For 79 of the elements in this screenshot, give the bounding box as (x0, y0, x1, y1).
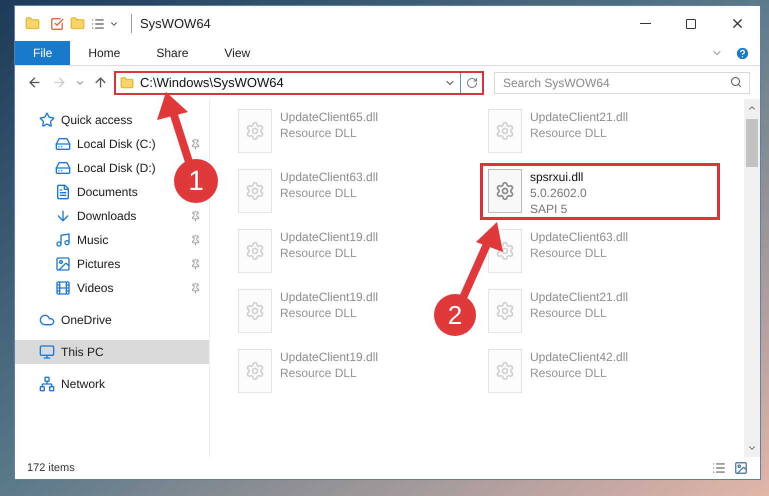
help-icon[interactable] (735, 46, 750, 60)
back-icon[interactable] (27, 75, 42, 90)
file-name: UpdateClient65.dll (280, 109, 378, 125)
file-name: UpdateClient63.dll (530, 229, 628, 245)
file-gear-icon (238, 229, 272, 273)
music-note-icon (55, 232, 71, 248)
nav-item[interactable]: Quick access (15, 108, 136, 132)
file-gear-icon (238, 109, 272, 153)
file-name: UpdateClient19.dll (280, 349, 378, 365)
ribbon-tab[interactable]: Share (138, 41, 206, 65)
pin-icon[interactable] (190, 282, 201, 294)
refresh-icon[interactable] (466, 76, 478, 88)
search-icon (730, 76, 742, 88)
file-name: UpdateClient42.dll (530, 349, 628, 365)
file-detail: Resource DLL (530, 305, 608, 321)
file-gear-icon (488, 109, 522, 153)
file-name: UpdateClient19.dll (280, 229, 378, 245)
file-name: UpdateClient63.dll (280, 169, 378, 185)
file-detail: SAPI 5 (530, 201, 568, 217)
file-detail: 5.0.2602.0 (530, 185, 587, 201)
picture-icon (55, 256, 71, 272)
nav-item[interactable]: Network (15, 372, 110, 396)
ribbon-tab[interactable]: File (15, 41, 70, 65)
drive-icon (55, 160, 71, 176)
file-name: UpdateClient19.dll (280, 289, 378, 305)
ribbon-tab[interactable]: View (206, 41, 268, 65)
nav-item[interactable]: Pictures (15, 252, 124, 276)
nav-item[interactable]: Documents (15, 180, 142, 204)
address-field[interactable]: C:\Windows\SysWOW64 (114, 70, 484, 94)
file-detail: Resource DLL (280, 125, 358, 141)
item-count: 172 items (27, 460, 75, 476)
window-title: SysWOW64 (131, 14, 211, 34)
drive-icon (55, 136, 71, 152)
pin-icon[interactable] (190, 258, 201, 270)
large-icons-view-icon[interactable] (734, 461, 748, 475)
details-view-icon[interactable] (712, 461, 726, 475)
document-icon (55, 184, 71, 200)
file-gear-icon (488, 289, 522, 333)
search-field[interactable]: Search SysWOW64 (494, 72, 750, 94)
file-detail: Resource DLL (280, 365, 358, 381)
nav-item[interactable]: OneDrive (15, 308, 116, 332)
properties-icon[interactable] (91, 16, 105, 30)
file-name: UpdateClient21.dll (530, 289, 628, 305)
file-gear-icon (488, 169, 522, 213)
file-detail: Resource DLL (530, 245, 608, 261)
file-detail: Resource DLL (280, 245, 358, 261)
nav-item[interactable]: Downloads (15, 204, 140, 228)
nav-item[interactable]: Videos (15, 276, 118, 300)
file-name: spsrxui.dll (530, 169, 584, 185)
cloud-icon (39, 312, 55, 328)
file-detail: Resource DLL (280, 305, 358, 321)
file-detail: Resource DLL (280, 185, 358, 201)
checklist-icon[interactable] (50, 16, 64, 30)
up-icon[interactable] (93, 75, 108, 90)
file-gear-icon (238, 289, 272, 333)
file-name: UpdateClient21.dll (530, 109, 628, 125)
pin-icon[interactable] (190, 210, 201, 222)
file-detail: Resource DLL (530, 365, 608, 381)
nav-item[interactable]: Local Disk (C:) (15, 132, 160, 156)
pin-icon[interactable] (190, 234, 201, 246)
ribbon-tab[interactable]: Home (70, 41, 138, 65)
scrollbar[interactable] (744, 99, 760, 457)
file-item[interactable]: spsrxui.dll 5.0.2602.0 SAPI 5 (488, 169, 587, 217)
file-gear-icon (488, 349, 522, 393)
file-gear-icon (238, 349, 272, 393)
address-text: C:\Windows\SysWOW64 (140, 74, 285, 92)
network-icon (39, 376, 55, 392)
file-detail: Resource DLL (530, 125, 608, 141)
minimize-icon (640, 23, 650, 24)
nav-item[interactable]: Music (15, 228, 112, 252)
monitor-icon (39, 344, 55, 360)
file-gear-icon (238, 169, 272, 213)
pin-icon[interactable] (190, 138, 201, 150)
maximize-icon (685, 18, 697, 30)
film-icon (55, 280, 71, 296)
nav-item[interactable]: Local Disk (D:) (15, 156, 160, 180)
scrollbar-thumb[interactable] (746, 119, 758, 167)
folder-icon (120, 76, 134, 90)
star-icon (39, 112, 55, 128)
